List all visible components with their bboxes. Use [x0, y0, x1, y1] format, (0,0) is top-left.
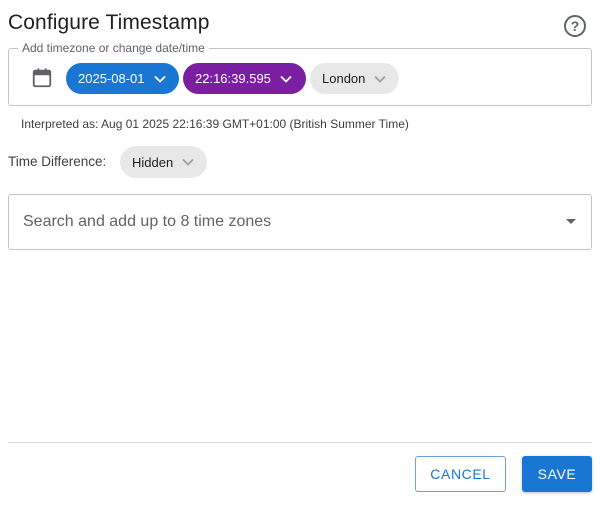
cancel-button[interactable]: CANCEL: [415, 456, 506, 492]
save-button[interactable]: SAVE: [522, 456, 592, 492]
datetime-legend: Add timezone or change date/time: [18, 41, 209, 55]
dialog-title: Configure Timestamp: [8, 11, 210, 34]
date-chip[interactable]: 2025-08-01: [66, 63, 179, 94]
timezone-chip[interactable]: London: [310, 63, 399, 94]
calendar-icon[interactable]: [31, 67, 53, 89]
chevron-down-icon: [182, 158, 194, 166]
time-chip[interactable]: 22:16:39.595: [183, 63, 306, 94]
time-chip-label: 22:16:39.595: [195, 71, 271, 86]
divider: [8, 442, 592, 443]
interpreted-text: Interpreted as: Aug 01 2025 22:16:39 GMT…: [21, 117, 409, 131]
configure-timestamp-dialog: Configure Timestamp ? Add timezone or ch…: [0, 0, 600, 520]
chevron-down-icon: [374, 75, 387, 83]
date-chip-label: 2025-08-01: [78, 71, 145, 86]
time-difference-value: Hidden: [132, 154, 174, 170]
timezone-search-input[interactable]: Search and add up to 8 time zones: [8, 194, 592, 250]
timezone-chip-label: London: [322, 71, 366, 86]
time-difference-label: Time Difference:: [8, 154, 107, 169]
chevron-down-icon: [153, 75, 166, 83]
search-placeholder: Search and add up to 8 time zones: [23, 213, 272, 230]
help-icon[interactable]: ?: [564, 15, 586, 37]
time-difference-chip[interactable]: Hidden: [120, 146, 207, 178]
chevron-down-icon: [280, 75, 292, 83]
dropdown-arrow-icon[interactable]: [566, 219, 576, 224]
